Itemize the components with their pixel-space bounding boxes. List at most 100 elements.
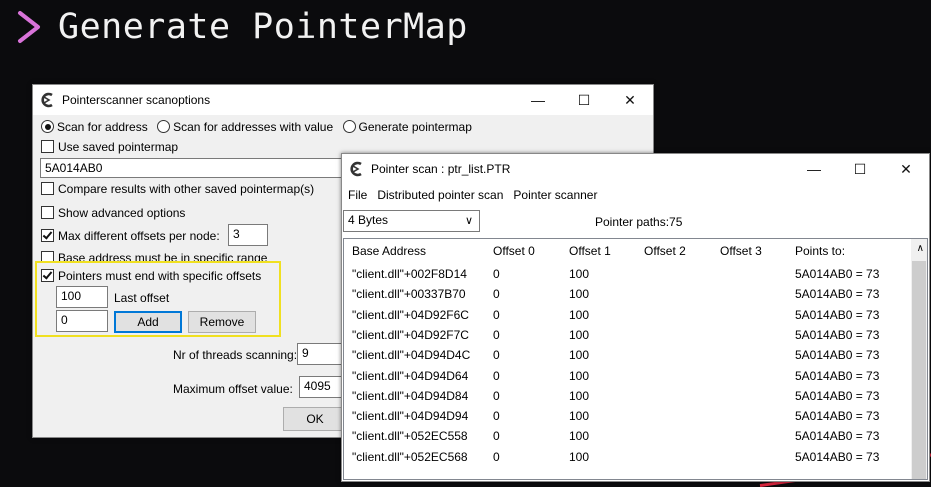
radio-icon	[41, 120, 54, 133]
radio-scan-for-address[interactable]: Scan for address	[41, 120, 148, 134]
scan-mode-radio-group: Scan for address Scan for addresses with…	[41, 120, 472, 134]
pointers-end-offsets-checkbox[interactable]: Pointers must end with specific offsets	[41, 269, 261, 283]
table-cell: 100	[569, 267, 590, 281]
table-row[interactable]: "client.dll"+04D94D4C 0 100 5A014AB0 = 73	[344, 346, 927, 366]
chevron-down-icon: ∨	[464, 215, 473, 227]
max-offsets-checkbox[interactable]: Max different offsets per node:	[41, 229, 220, 243]
table-cell: 100	[569, 429, 590, 444]
table-cell: 5A014AB0 = 73	[795, 287, 880, 302]
table-cell: "client.dll"+052EC558	[352, 429, 468, 444]
menu-pointer-scanner[interactable]: Pointer scanner	[513, 188, 597, 202]
scroll-up-icon[interactable]: ∧	[917, 243, 924, 254]
ok-button[interactable]: OK	[283, 407, 347, 431]
table-cell: 100	[569, 388, 590, 403]
column-header-offset-1[interactable]: Offset 1	[569, 244, 611, 258]
table-cell: 5A014AB0 = 73	[795, 327, 880, 342]
checkbox-checked-icon	[41, 229, 54, 242]
column-header-offset-2[interactable]: Offset 2	[644, 244, 686, 258]
last-offset-input[interactable]: 100	[56, 286, 108, 308]
checkbox-label: Compare results with other saved pointer…	[58, 182, 315, 196]
minimize-button[interactable]: —	[515, 85, 561, 115]
slide-heading: Generate PointerMap	[14, 2, 468, 52]
add-offset-button[interactable]: Add	[114, 311, 182, 333]
table-cell: "client.dll"+04D92F6C	[352, 307, 469, 322]
list-header: Base Address Offset 0 Offset 1 Offset 2 …	[344, 239, 927, 261]
table-row[interactable]: "client.dll"+04D94D84 0 100 5A014AB0 = 73	[344, 387, 927, 407]
column-header-base-address[interactable]: Base Address	[352, 244, 426, 258]
table-cell: 0	[493, 307, 500, 322]
table-row[interactable]: "client.dll"+04D94D94 0 100 5A014AB0 = 73	[344, 407, 927, 427]
column-header-offset-3[interactable]: Offset 3	[720, 244, 762, 258]
table-cell: 0	[493, 287, 500, 302]
window-title: Pointerscanner scanoptions	[62, 93, 211, 107]
table-row[interactable]: "client.dll"+002F8D14 0 100 5A014AB0 = 73	[344, 265, 927, 285]
threads-input[interactable]: 9	[297, 343, 347, 365]
use-saved-pointermap-checkbox[interactable]: Use saved pointermap	[41, 140, 178, 154]
table-cell: "client.dll"+04D94D4C	[352, 348, 471, 363]
show-advanced-checkbox[interactable]: Show advanced options	[41, 206, 185, 220]
table-row[interactable]: "client.dll"+052EC558 0 100 5A014AB0 = 73	[344, 427, 927, 447]
address-input[interactable]: 5A014AB0	[40, 158, 360, 178]
scanoptions-titlebar: Pointerscanner scanoptions — ☐ ✕	[33, 85, 653, 115]
table-cell: 0	[493, 449, 500, 464]
value-type-dropdown[interactable]: 4 Bytes ∨	[343, 210, 480, 232]
table-cell: 100	[569, 287, 590, 302]
radio-scan-for-value[interactable]: Scan for addresses with value	[157, 120, 333, 134]
menu-distributed-pointer-scan[interactable]: Distributed pointer scan	[377, 188, 503, 202]
vertical-scrollbar[interactable]: ∧	[911, 239, 927, 479]
pointerscan-window: Pointer scan : ptr_list.PTR — ☐ ✕ File D…	[341, 153, 930, 482]
pointer-paths-count: Pointer paths:75	[595, 215, 683, 229]
checkbox-icon	[41, 206, 54, 219]
table-cell: 0	[493, 429, 500, 444]
window-title: Pointer scan : ptr_list.PTR	[371, 162, 511, 176]
table-cell: 0	[493, 368, 500, 383]
table-row[interactable]: "client.dll"+04D92F6C 0 100 5A014AB0 = 73	[344, 306, 927, 326]
table-cell: 100	[569, 348, 590, 363]
maximize-button[interactable]: ☐	[561, 85, 607, 115]
max-offsets-input[interactable]: 3	[228, 224, 268, 246]
scrollbar-thumb[interactable]	[912, 261, 926, 479]
maximize-button[interactable]: ☐	[837, 154, 883, 184]
table-cell: "client.dll"+04D94D94	[352, 409, 469, 424]
table-cell: "client.dll"+04D94D84	[352, 388, 469, 403]
table-row[interactable]: "client.dll"+052EC568 0 100 5A014AB0 = 73	[344, 448, 927, 468]
table-cell: "client.dll"+052EC568	[352, 449, 468, 464]
column-header-points-to[interactable]: Points to:	[795, 244, 845, 258]
threads-label: Nr of threads scanning:	[173, 348, 298, 362]
table-cell: 100	[569, 409, 590, 424]
close-button[interactable]: ✕	[883, 154, 929, 184]
last-offset-label: Last offset	[114, 291, 170, 305]
table-cell: 100	[569, 327, 590, 342]
table-cell: "client.dll"+00337B70	[352, 287, 466, 302]
table-row[interactable]: "client.dll"+04D92F7C 0 100 5A014AB0 = 73	[344, 326, 927, 346]
checkbox-label: Max different offsets per node:	[58, 229, 220, 243]
checkbox-label: Use saved pointermap	[58, 140, 179, 154]
table-row[interactable]: "client.dll"+04D94D64 0 100 5A014AB0 = 73	[344, 367, 927, 387]
column-header-offset-0[interactable]: Offset 0	[493, 244, 535, 258]
radio-icon	[157, 120, 171, 133]
table-cell: 0	[493, 327, 500, 342]
checkbox-label: Pointers must end with specific offsets	[58, 269, 262, 283]
table-cell: 5A014AB0 = 73	[795, 368, 880, 383]
compare-results-checkbox[interactable]: Compare results with other saved pointer…	[41, 182, 314, 196]
table-row[interactable]: "client.dll"+00337B70 0 100 5A014AB0 = 73	[344, 285, 927, 305]
menu-file[interactable]: File	[348, 188, 367, 202]
table-cell: 5A014AB0 = 73	[795, 429, 880, 444]
chevron-right-icon	[18, 11, 40, 43]
table-cell: 5A014AB0 = 73	[795, 348, 880, 363]
table-cell: "client.dll"+04D92F7C	[352, 327, 469, 342]
new-offset-input[interactable]: 0	[56, 310, 108, 332]
table-cell: 5A014AB0 = 73	[795, 449, 880, 464]
table-cell: 5A014AB0 = 73	[795, 388, 880, 403]
remove-offset-button[interactable]: Remove	[188, 311, 256, 333]
checkbox-checked-icon	[41, 269, 54, 282]
minimize-button[interactable]: —	[791, 154, 837, 184]
checkbox-icon	[41, 182, 54, 195]
table-cell: 100	[569, 307, 590, 322]
max-offset-label: Maximum offset value:	[173, 382, 293, 396]
cheat-engine-icon	[38, 91, 56, 109]
close-button[interactable]: ✕	[607, 85, 653, 115]
radio-generate-pointermap[interactable]: Generate pointermap	[342, 120, 472, 134]
table-cell: 0	[493, 388, 500, 403]
table-cell: 100	[569, 368, 590, 383]
